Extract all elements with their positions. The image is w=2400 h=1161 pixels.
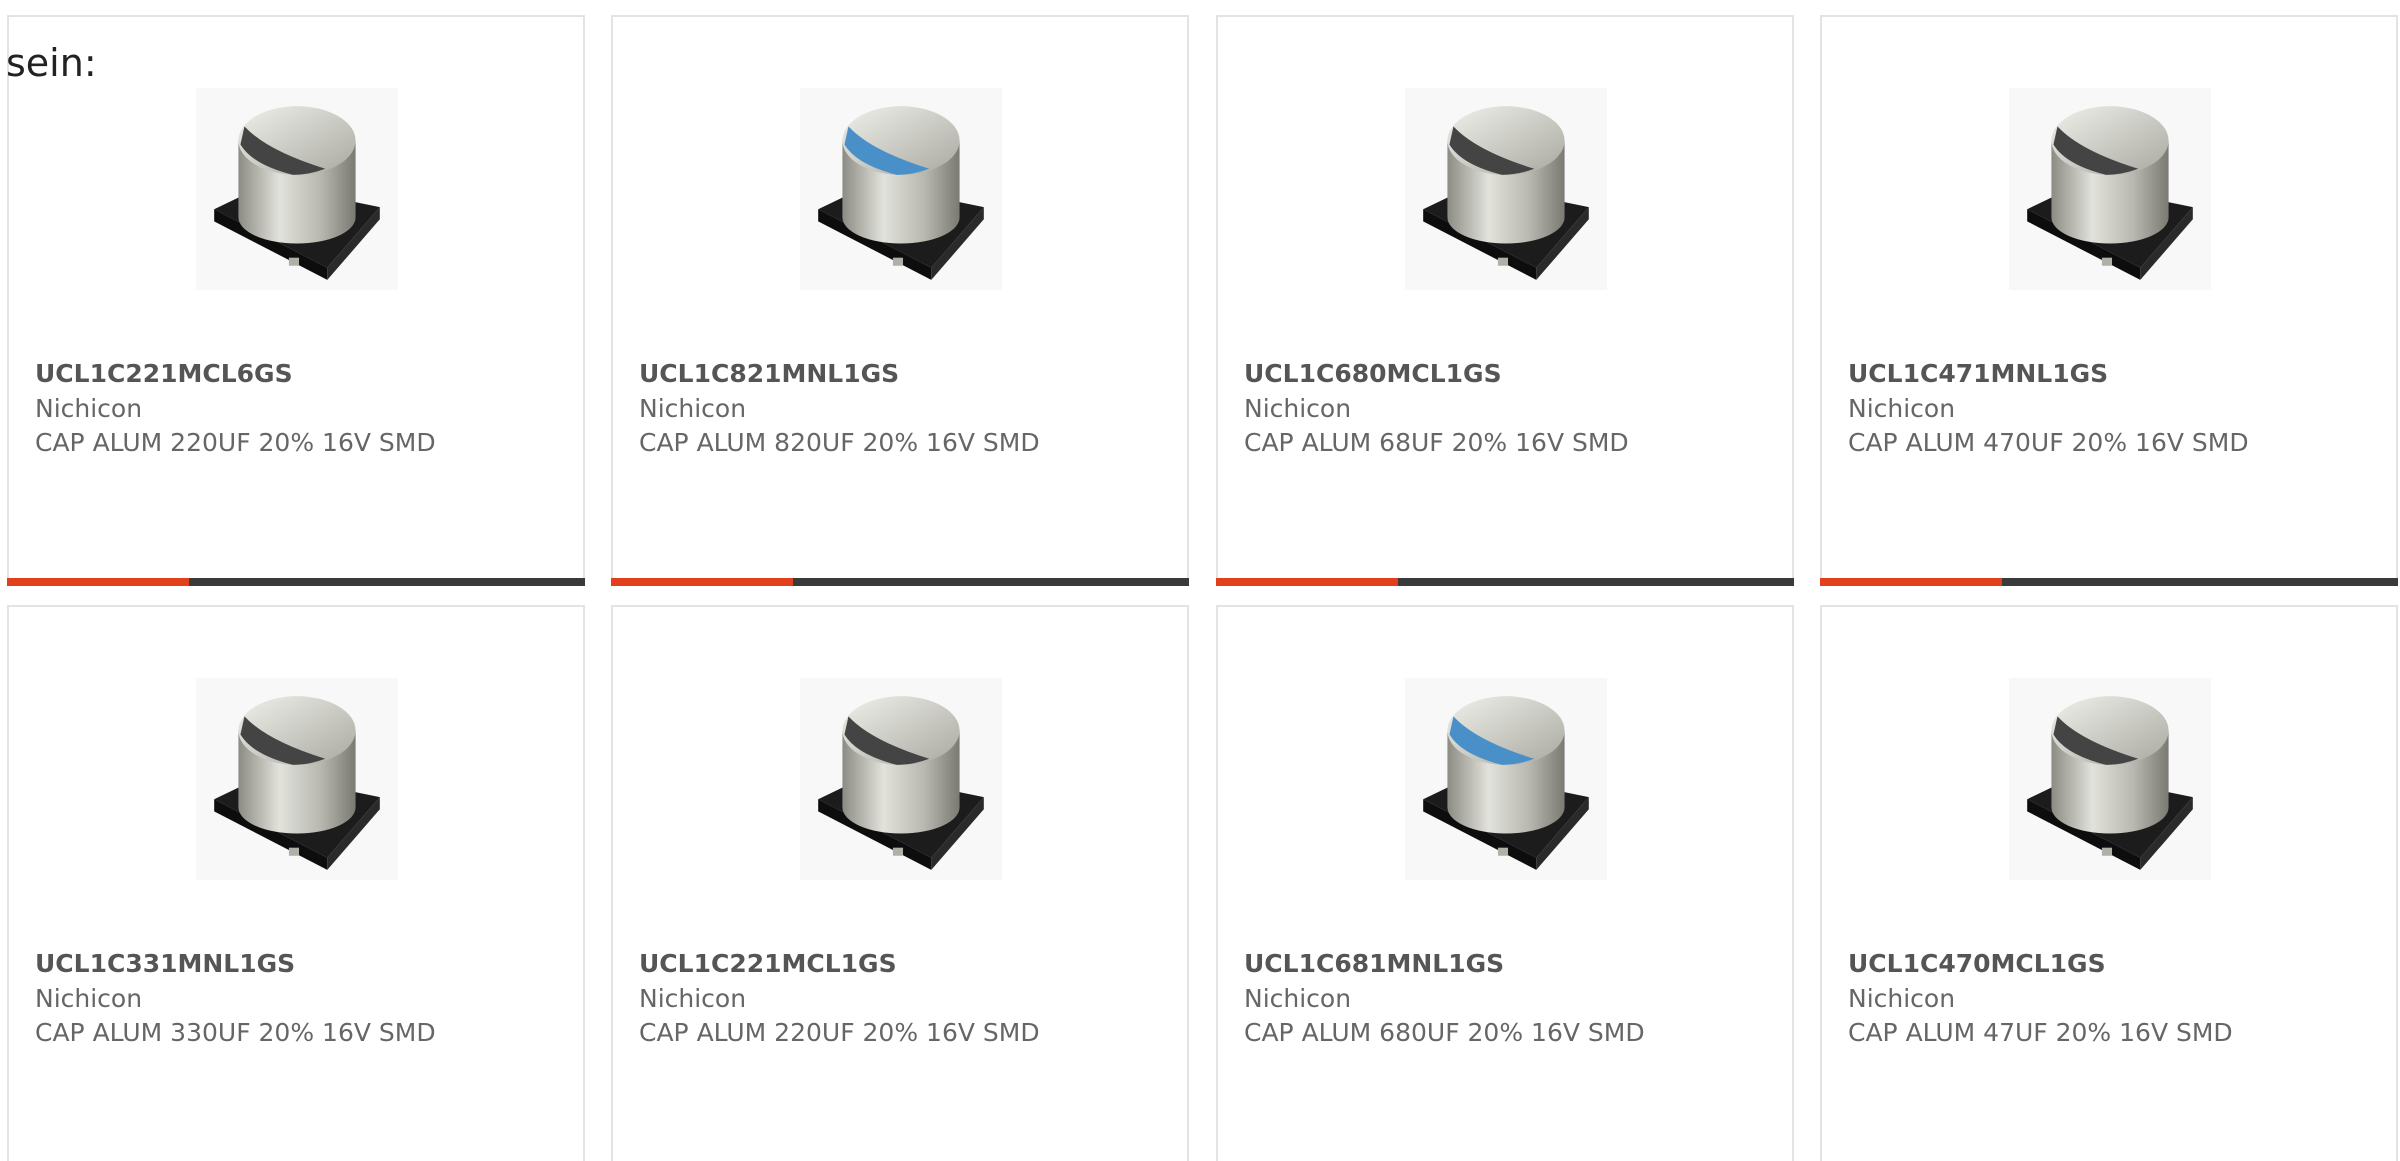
intro-text: sein:: [6, 41, 97, 85]
capacitor-smd-icon[interactable]: [800, 678, 1002, 880]
product-card[interactable]: UCL1C821MNL1GS Nichicon CAP ALUM 820UF 2…: [611, 15, 1189, 586]
description: CAP ALUM 220UF 20% 16V SMD: [639, 1018, 1040, 1047]
part-number[interactable]: UCL1C221MCL1GS: [639, 949, 897, 978]
part-number[interactable]: UCL1C331MNL1GS: [35, 949, 295, 978]
description: CAP ALUM 820UF 20% 16V SMD: [639, 428, 1040, 457]
part-number[interactable]: UCL1C680MCL1GS: [1244, 359, 1502, 388]
capacitor-smd-icon[interactable]: [2009, 678, 2211, 880]
product-card[interactable]: UCL1C221MCL6GS Nichicon CAP ALUM 220UF 2…: [7, 15, 585, 586]
product-card[interactable]: UCL1C331MNL1GS Nichicon CAP ALUM 330UF 2…: [7, 605, 585, 1161]
product-card[interactable]: UCL1C470MCL1GS Nichicon CAP ALUM 47UF 20…: [1820, 605, 2398, 1161]
description: CAP ALUM 220UF 20% 16V SMD: [35, 428, 436, 457]
product-card[interactable]: UCL1C681MNL1GS Nichicon CAP ALUM 680UF 2…: [1216, 605, 1794, 1161]
capacitor-smd-icon[interactable]: [1405, 88, 1607, 290]
part-number[interactable]: UCL1C471MNL1GS: [1848, 359, 2108, 388]
description: CAP ALUM 68UF 20% 16V SMD: [1244, 428, 1629, 457]
card-accent-fill: [1216, 578, 1399, 586]
card-accent-bar: [1820, 578, 2398, 586]
description: CAP ALUM 330UF 20% 16V SMD: [35, 1018, 436, 1047]
description: CAP ALUM 680UF 20% 16V SMD: [1244, 1018, 1645, 1047]
capacitor-smd-icon[interactable]: [196, 678, 398, 880]
part-number[interactable]: UCL1C470MCL1GS: [1848, 949, 2106, 978]
card-accent-bar: [1216, 578, 1794, 586]
description: CAP ALUM 47UF 20% 16V SMD: [1848, 1018, 2233, 1047]
capacitor-smd-icon[interactable]: [1405, 678, 1607, 880]
card-accent-fill: [1820, 578, 2003, 586]
part-number[interactable]: UCL1C821MNL1GS: [639, 359, 899, 388]
manufacturer: Nichicon: [35, 394, 143, 423]
manufacturer: Nichicon: [1848, 394, 1956, 423]
product-card[interactable]: UCL1C680MCL1GS Nichicon CAP ALUM 68UF 20…: [1216, 15, 1794, 586]
card-accent-fill: [611, 578, 794, 586]
part-number[interactable]: UCL1C221MCL6GS: [35, 359, 293, 388]
product-card[interactable]: UCL1C221MCL1GS Nichicon CAP ALUM 220UF 2…: [611, 605, 1189, 1161]
capacitor-smd-icon[interactable]: [2009, 88, 2211, 290]
manufacturer: Nichicon: [35, 984, 143, 1013]
manufacturer: Nichicon: [639, 394, 747, 423]
card-accent-fill: [7, 578, 190, 586]
product-grid-page: sein: UCL1C221MCL6GS Nichicon CAP ALUM 2…: [0, 0, 2400, 1161]
capacitor-smd-icon[interactable]: [800, 88, 1002, 290]
description: CAP ALUM 470UF 20% 16V SMD: [1848, 428, 2249, 457]
manufacturer: Nichicon: [1244, 394, 1352, 423]
manufacturer: Nichicon: [1244, 984, 1352, 1013]
manufacturer: Nichicon: [1848, 984, 1956, 1013]
manufacturer: Nichicon: [639, 984, 747, 1013]
card-accent-bar: [7, 578, 585, 586]
part-number[interactable]: UCL1C681MNL1GS: [1244, 949, 1504, 978]
capacitor-smd-icon[interactable]: [196, 88, 398, 290]
product-card[interactable]: UCL1C471MNL1GS Nichicon CAP ALUM 470UF 2…: [1820, 15, 2398, 586]
card-accent-bar: [611, 578, 1189, 586]
